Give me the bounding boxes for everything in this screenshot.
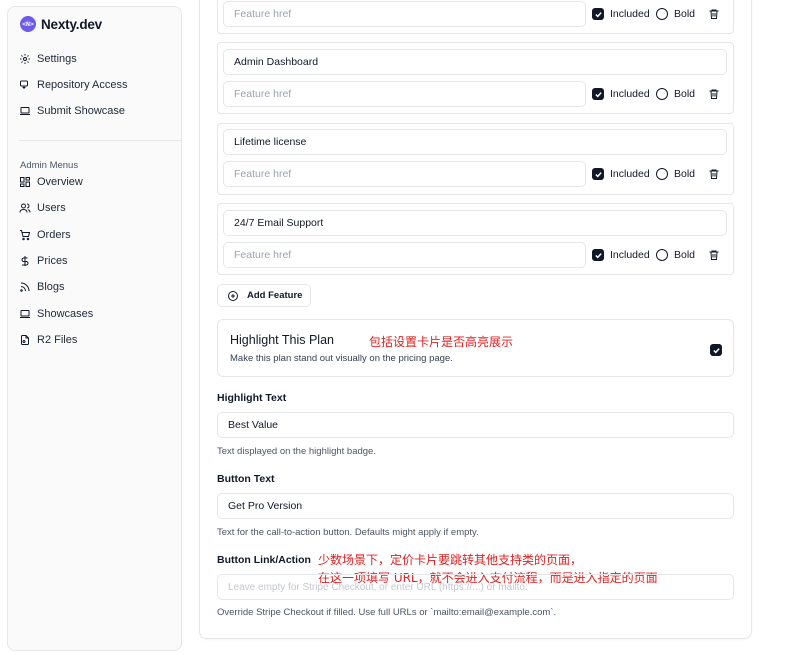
button-link-input[interactable]: Leave empty for Stripe Checkout, or ente… [217, 574, 734, 600]
included-label: Included [610, 168, 650, 180]
users-icon [19, 203, 31, 213]
sidebar-item-label: Users [37, 202, 66, 214]
bold-label: Bold [674, 249, 696, 261]
included-label: Included [610, 249, 650, 261]
trash-icon[interactable] [708, 88, 720, 100]
trash-icon[interactable] [708, 168, 720, 180]
key-icon [20, 80, 28, 89]
bold-label: Bold [674, 88, 696, 100]
check-icon [594, 252, 602, 258]
sidebar: <N> Nexty.dev Settings Repository Access… [7, 6, 182, 651]
sidebar-item-label: Repository Access [37, 79, 128, 91]
logo-icon: <N> [20, 16, 36, 32]
check-icon [712, 347, 720, 353]
included-checkbox[interactable] [592, 8, 604, 20]
sidebar-item-overview[interactable]: Overview [19, 176, 83, 188]
check-icon [594, 11, 602, 17]
check-icon [594, 91, 602, 97]
feature-name-input[interactable]: 24/7 Email Support [223, 210, 727, 236]
sidebar-item-prices[interactable]: Prices [19, 255, 68, 267]
sidebar-item-label: Submit Showcase [37, 105, 126, 117]
sidebar-item-label: R2 Files [37, 334, 78, 346]
highlight-text-input[interactable]: Best Value [217, 412, 734, 438]
trash-icon[interactable] [708, 249, 720, 261]
included-label: Included [610, 88, 650, 100]
bold-checkbox[interactable] [656, 168, 668, 180]
button-link-annotation-1: 少数场景下，定价卡片要跳转其他支持类的页面， [318, 553, 583, 567]
feature-href-input[interactable]: Feature href [223, 1, 586, 27]
bold-label: Bold [674, 168, 696, 180]
highlight-checkbox[interactable] [710, 344, 722, 356]
highlight-annotation: 包括设置卡片是否高亮展示 [369, 335, 514, 349]
sidebar-item-orders[interactable]: Orders [19, 229, 71, 241]
bold-checkbox[interactable] [656, 249, 668, 261]
sidebar-item-label: Blogs [37, 281, 65, 293]
sidebar-item-label: Overview [37, 176, 83, 188]
feature-name-input[interactable]: Lifetime license [223, 129, 727, 155]
sidebar-item-r2-files[interactable]: R2 Files [19, 334, 77, 346]
sidebar-item-blogs[interactable]: Blogs [19, 281, 65, 293]
button-link-label: Button Link/Action [217, 554, 311, 566]
sidebar-item-label: Prices [37, 255, 68, 267]
add-feature-button[interactable]: Add Feature [217, 284, 311, 307]
included-checkbox[interactable] [592, 88, 604, 100]
plus-circle-icon [228, 290, 238, 301]
highlight-description: Make this plan stand out visually on the… [230, 353, 453, 364]
button-link-help: Override Stripe Checkout if filled. Use … [217, 607, 557, 618]
cart-icon [20, 230, 31, 241]
bold-label: Bold [674, 8, 696, 20]
feature-href-input[interactable]: Feature href [223, 242, 586, 268]
dollar-icon [21, 256, 29, 266]
feature-href-input[interactable]: Feature href [223, 81, 586, 107]
laptop-icon [20, 310, 30, 318]
sidebar-item-users[interactable]: Users [19, 202, 66, 214]
sidebar-item-showcases[interactable]: Showcases [19, 308, 93, 320]
trash-icon[interactable] [708, 8, 720, 20]
laptop-icon [20, 107, 30, 115]
bold-checkbox[interactable] [656, 8, 668, 20]
button-text-input[interactable]: Get Pro Version [217, 493, 734, 519]
sidebar-item-repository-access[interactable]: Repository Access [19, 79, 127, 91]
brand[interactable]: <N> Nexty.dev [20, 16, 102, 32]
rss-icon [20, 282, 30, 292]
highlight-text-help: Text displayed on the highlight badge. [217, 446, 376, 457]
included-checkbox[interactable] [592, 249, 604, 261]
highlight-text-label: Highlight Text [217, 392, 287, 404]
sidebar-section-label: Admin Menus [20, 160, 79, 171]
sidebar-divider [19, 140, 182, 141]
dashboard-icon [20, 177, 30, 187]
sidebar-item-submit-showcase[interactable]: Submit Showcase [19, 105, 125, 117]
highlight-title: Highlight This Plan [230, 333, 334, 347]
feature-href-input[interactable]: Feature href [223, 161, 586, 187]
button-text-help: Text for the call-to-action button. Defa… [217, 527, 479, 538]
feature-name-input[interactable]: Admin Dashboard [223, 49, 727, 75]
sidebar-item-label: Orders [37, 229, 71, 241]
brand-name: Nexty.dev [41, 16, 102, 32]
included-checkbox[interactable] [592, 168, 604, 180]
bold-checkbox[interactable] [656, 88, 668, 100]
files-icon [21, 335, 29, 345]
sidebar-item-label: Settings [37, 53, 77, 65]
gear-icon [20, 54, 30, 64]
add-feature-label: Add Feature [247, 290, 303, 301]
button-text-label: Button Text [217, 473, 275, 485]
check-icon [594, 171, 602, 177]
sidebar-item-label: Showcases [37, 308, 94, 320]
included-label: Included [610, 8, 650, 20]
sidebar-item-settings[interactable]: Settings [19, 53, 77, 65]
